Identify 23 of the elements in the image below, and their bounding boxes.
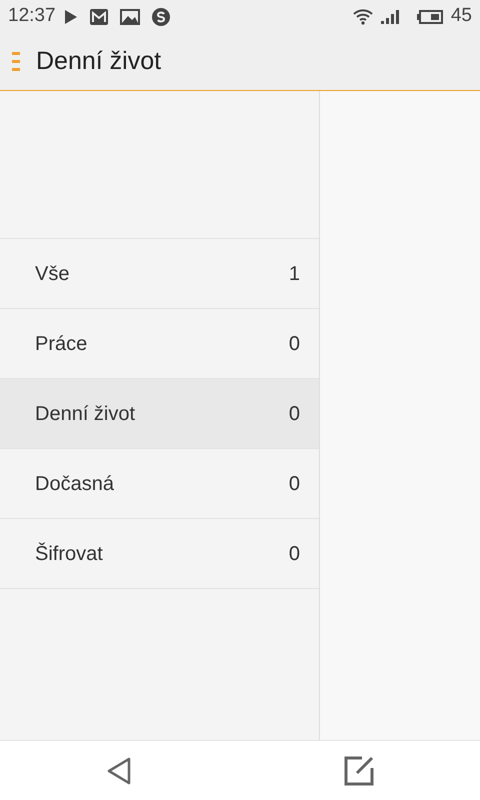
battery-level: 45 <box>450 4 472 28</box>
play-icon <box>64 8 78 24</box>
signal-icon <box>380 10 401 24</box>
category-count: 0 <box>288 332 300 356</box>
mail-icon <box>90 8 108 24</box>
category-count: 0 <box>288 472 300 496</box>
chat-app-icon <box>152 8 170 26</box>
category-name: Vše <box>35 262 70 286</box>
status-time: 12:37 <box>8 4 56 28</box>
category-name: Šifrovat <box>35 542 103 566</box>
compose-icon <box>344 756 374 786</box>
image-icon <box>120 8 140 24</box>
back-icon <box>106 756 130 784</box>
category-count: 0 <box>288 542 300 566</box>
page-title: Denní život <box>36 46 162 77</box>
battery-icon <box>416 10 443 24</box>
category-name: Práce <box>35 332 88 356</box>
category-item[interactable]: Denní život 0 <box>0 379 319 449</box>
category-name: Dočasná <box>35 472 114 496</box>
category-count: 0 <box>288 402 300 426</box>
category-count: 1 <box>288 262 300 286</box>
wifi-icon <box>352 8 373 24</box>
category-name: Denní život <box>35 402 136 426</box>
